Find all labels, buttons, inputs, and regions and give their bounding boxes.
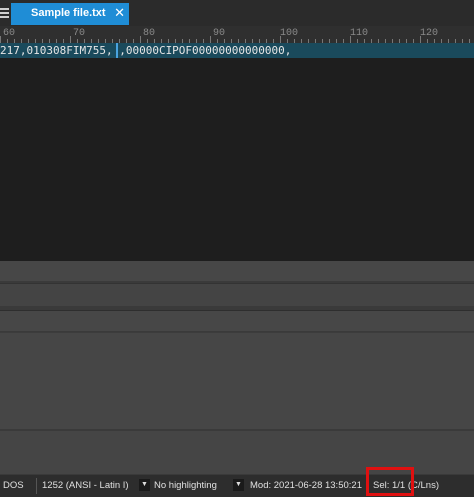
text-editor[interactable]: 217,010308FIM755, ,00000CIPOF00000000000…	[0, 43, 474, 261]
ruler-label: 110	[350, 28, 369, 39]
chevron-down-icon[interactable]: ▼	[233, 479, 244, 491]
highlighting-status[interactable]: No highlighting	[154, 480, 217, 491]
line-ending-status[interactable]: DOS	[3, 480, 24, 491]
close-icon[interactable]: ✕	[114, 5, 125, 21]
ruler-label: 120	[420, 28, 439, 39]
output-panel-header	[0, 261, 474, 281]
ruler-tick	[210, 36, 211, 43]
tab-sample-file[interactable]: Sample file.txt ✕	[11, 3, 129, 25]
ruler-label: 100	[280, 28, 299, 39]
current-line[interactable]: 217,010308FIM755, ,00000CIPOF00000000000…	[0, 43, 474, 58]
encoding-status[interactable]: 1252 (ANSI - Latin I)	[42, 480, 129, 491]
ruler-tick	[70, 36, 71, 43]
selection-highlight-box	[366, 467, 414, 496]
ruler-tick	[0, 36, 1, 43]
chevron-down-icon[interactable]: ▼	[139, 479, 150, 491]
ruler-label: 70	[73, 28, 86, 39]
line-text: 217,010308FIM755, ,00000CIPOF00000000000…	[0, 44, 292, 57]
ruler-label: 60	[3, 28, 16, 39]
column-ruler: 60 70 80 90 100 110 120	[0, 26, 474, 43]
tab-title: Sample file.txt	[31, 7, 106, 19]
status-divider	[36, 478, 37, 494]
results-panel-header	[0, 310, 474, 331]
tab-bar: Sample file.txt ✕	[0, 0, 474, 26]
ruler-tick	[350, 36, 351, 43]
modified-status: Mod: 2021-06-28 13:50:21	[250, 480, 362, 491]
ruler-label: 90	[213, 28, 226, 39]
text-caret	[116, 43, 118, 58]
ruler-tick	[140, 36, 141, 43]
ruler-tick	[280, 36, 281, 43]
output-panel-toolbar	[0, 283, 474, 306]
results-panel	[0, 332, 474, 429]
ruler-label: 80	[143, 28, 156, 39]
hamburger-icon[interactable]	[0, 6, 10, 20]
ruler-tick	[420, 36, 421, 43]
